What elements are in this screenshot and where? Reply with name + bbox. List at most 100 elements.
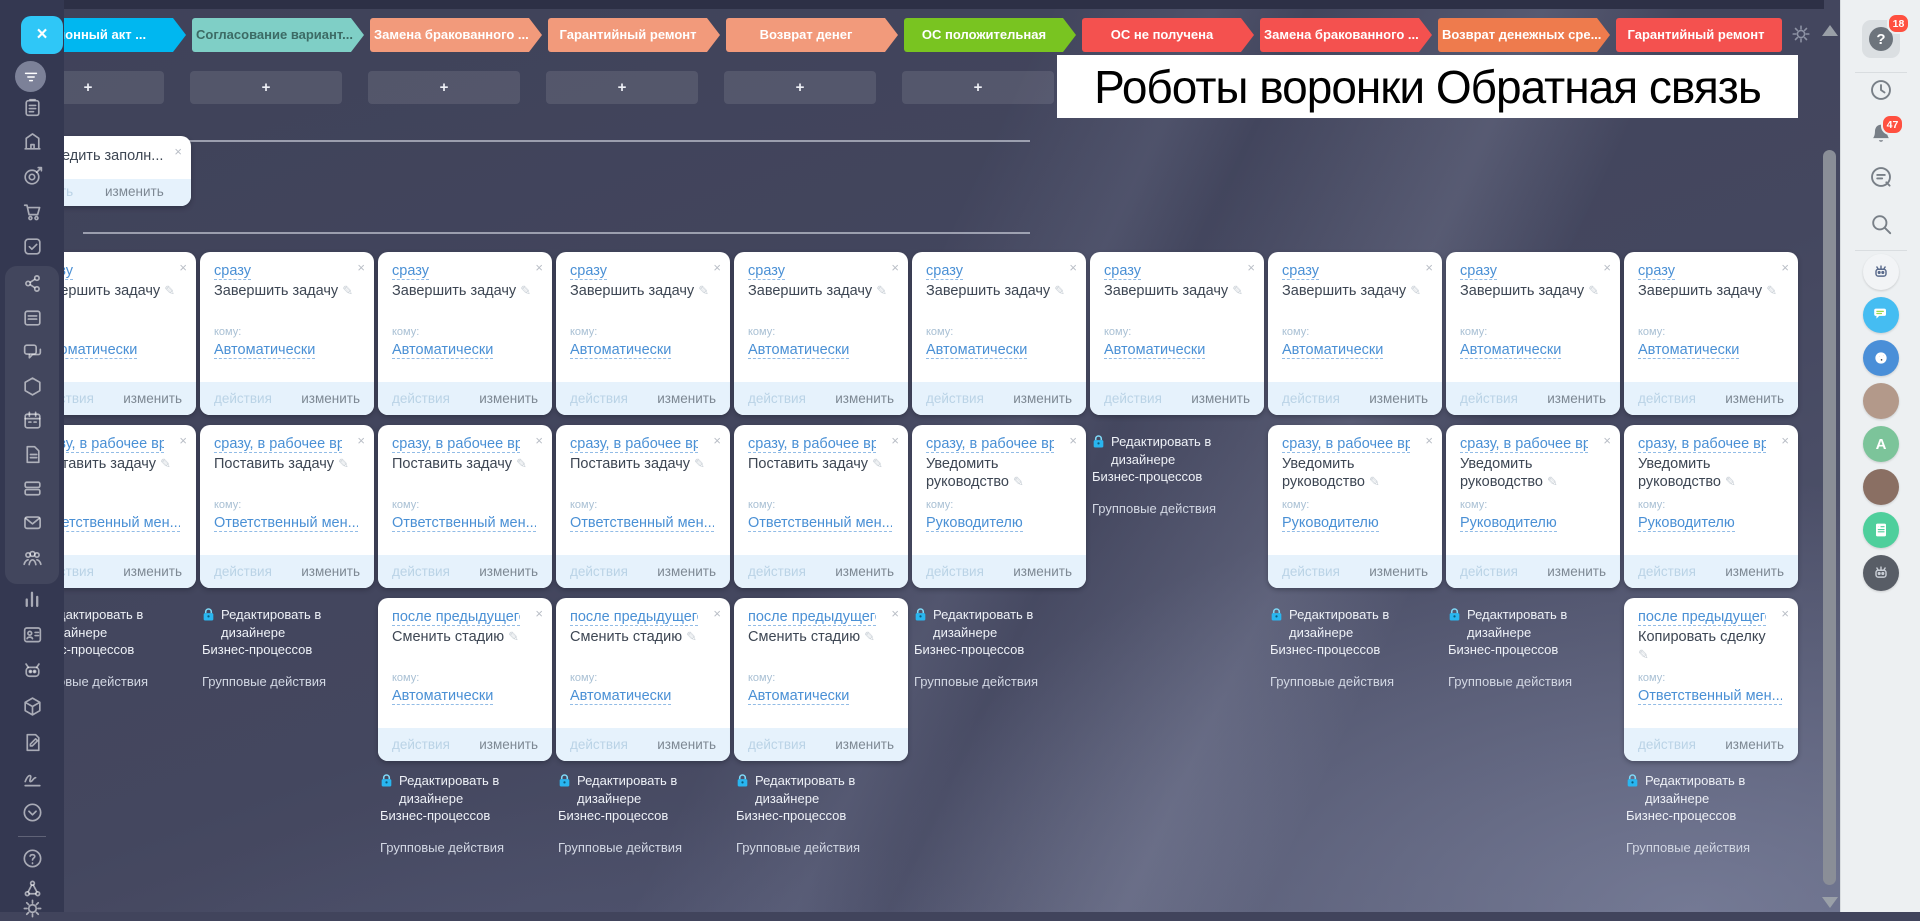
robot-target-link[interactable]: Ответственный мен... <box>1638 688 1782 705</box>
sidebar-item-feed-icon[interactable] <box>19 304 45 330</box>
close-icon[interactable]: × <box>535 261 543 274</box>
actions-link[interactable]: действия <box>926 564 984 579</box>
robot-when-link[interactable]: сразу, в рабочее время <box>1638 436 1766 453</box>
edit-link[interactable]: изменить <box>835 391 894 406</box>
robot-target-link[interactable]: Автоматически <box>1460 342 1562 359</box>
edit-link[interactable]: изменить <box>1013 391 1072 406</box>
edit-link[interactable]: изменить <box>479 391 538 406</box>
add-robot-button[interactable]: + <box>724 71 876 104</box>
edit-link[interactable]: изменить <box>479 564 538 579</box>
robot-target-link[interactable]: Руководителю <box>926 515 1023 532</box>
close-icon[interactable]: × <box>713 261 721 274</box>
robot-target-link[interactable]: Автоматически <box>1638 342 1740 359</box>
edit-pencil-icon[interactable]: ✎ <box>1410 283 1421 298</box>
sidebar-item-checkbox-icon[interactable] <box>19 233 45 259</box>
actions-link[interactable]: действия <box>214 391 272 406</box>
close-icon[interactable]: × <box>713 607 721 620</box>
robot-when-link[interactable]: сразу, в рабочее время <box>926 436 1054 453</box>
robot-when-link[interactable]: сразу, в рабочее время <box>748 436 876 453</box>
bot-avatar[interactable] <box>1863 254 1899 290</box>
sidebar-item-help-icon[interactable] <box>19 845 45 871</box>
rail-history-icon[interactable] <box>1868 77 1894 103</box>
dog-bot-avatar[interactable] <box>1863 340 1899 376</box>
robot-when-link[interactable]: сразу <box>570 263 607 280</box>
close-icon[interactable]: × <box>1781 261 1789 274</box>
edit-link[interactable]: изменить <box>1547 391 1606 406</box>
robot-target-link[interactable]: Автоматически <box>748 688 850 705</box>
edit-pencil-icon[interactable]: ✎ <box>686 629 697 644</box>
actions-link[interactable]: действия <box>214 564 272 579</box>
edit-link[interactable]: изменить <box>1369 564 1428 579</box>
robot-target-link[interactable]: Автоматически <box>570 342 672 359</box>
edit-pencil-icon[interactable]: ✎ <box>1766 283 1777 298</box>
close-icon[interactable]: × <box>1781 607 1789 620</box>
robot-target-link[interactable]: Ответственный мен... <box>570 515 714 532</box>
robot-target-link[interactable]: Автоматически <box>1282 342 1384 359</box>
edit-link[interactable]: изменить <box>1725 391 1784 406</box>
actions-link[interactable]: действия <box>570 391 628 406</box>
close-icon[interactable]: × <box>1781 434 1789 447</box>
close-icon[interactable]: × <box>1603 434 1611 447</box>
edit-link[interactable]: изменить <box>1013 564 1072 579</box>
robot-dark-avatar[interactable] <box>1863 555 1899 591</box>
add-robot-button[interactable]: + <box>368 71 520 104</box>
stage-chip[interactable]: Гарантийный ремонт <box>1616 18 1782 52</box>
actions-link[interactable]: действия <box>392 564 450 579</box>
rail-dialog-icon[interactable] <box>1868 164 1894 190</box>
rail-search-icon[interactable] <box>1868 211 1894 237</box>
edit-pencil-icon[interactable]: ✎ <box>1232 283 1243 298</box>
scrollbar-thumb[interactable] <box>1823 150 1836 885</box>
actions-link[interactable]: действия <box>748 391 806 406</box>
close-icon[interactable]: × <box>179 434 187 447</box>
sidebar-item-calendar-icon[interactable] <box>19 407 45 433</box>
edit-link[interactable]: изменить <box>835 737 894 752</box>
robot-when-link[interactable]: сразу, в рабочее время <box>214 436 342 453</box>
robot-target-link[interactable]: Руководителю <box>1282 515 1379 532</box>
robot-when-link[interactable]: сразу <box>392 263 429 280</box>
robot-when-link[interactable]: сразу <box>214 263 251 280</box>
robot-when-link[interactable]: сразу, в рабочее время <box>1282 436 1410 453</box>
robot-target-link[interactable]: Ответственный мен... <box>214 515 358 532</box>
robot-target-link[interactable]: Автоматически <box>926 342 1028 359</box>
edit-link[interactable]: изменить <box>123 391 182 406</box>
robot-target-link[interactable]: Ответственный мен... <box>748 515 892 532</box>
add-robot-button[interactable]: + <box>546 71 698 104</box>
actions-link[interactable]: действия <box>748 737 806 752</box>
edit-pencil-icon[interactable]: ✎ <box>864 629 875 644</box>
robot-when-link[interactable]: сразу <box>1282 263 1319 280</box>
sidebar-item-drive-icon[interactable] <box>19 475 45 501</box>
close-icon[interactable]: × <box>1069 261 1077 274</box>
sidebar-item-analytics-icon[interactable] <box>19 585 45 611</box>
filter-button[interactable] <box>15 61 46 92</box>
edit-link[interactable]: изменить <box>1369 391 1428 406</box>
close-icon[interactable]: × <box>179 261 187 274</box>
sidebar-item-docs-edit-icon[interactable] <box>19 729 45 755</box>
edit-link[interactable]: изменить <box>657 737 716 752</box>
scroll-up-arrow[interactable] <box>1822 25 1838 36</box>
close-icon[interactable]: × <box>357 434 365 447</box>
rail-bell-icon[interactable]: 47 <box>1868 114 1904 147</box>
close-icon[interactable]: × <box>713 434 721 447</box>
close-icon[interactable]: × <box>891 261 899 274</box>
scroll-down-arrow[interactable] <box>1822 897 1838 908</box>
sidebar-item-contacts-icon[interactable] <box>19 621 45 647</box>
sidebar-item-settings-gear-icon[interactable] <box>19 895 45 921</box>
close-icon[interactable]: × <box>1603 261 1611 274</box>
add-robot-button[interactable]: + <box>902 71 1054 104</box>
edit-pencil-icon[interactable]: ✎ <box>160 456 171 471</box>
close-icon[interactable]: × <box>174 144 182 159</box>
edit-pencil-icon[interactable]: ✎ <box>872 456 883 471</box>
edit-link[interactable]: изменить <box>479 737 538 752</box>
actions-link[interactable]: действия <box>1282 391 1340 406</box>
edit-pencil-icon[interactable]: ✎ <box>1547 474 1558 489</box>
actions-link[interactable]: действия <box>1104 391 1162 406</box>
edit-link[interactable]: изменить <box>301 564 360 579</box>
user-avatar-letter[interactable]: A <box>1863 426 1899 462</box>
sidebar-item-crm-target-icon[interactable] <box>19 163 45 189</box>
stage-chip[interactable]: Согласование вариант... <box>192 18 364 52</box>
stage-chip[interactable]: Возврат денег <box>726 18 898 52</box>
edit-pencil-icon[interactable]: ✎ <box>694 456 705 471</box>
robot-target-link[interactable]: Руководителю <box>1460 515 1557 532</box>
stage-chip[interactable]: Гарантийный ремонт <box>548 18 720 52</box>
sidebar-item-company-icon[interactable] <box>19 128 45 154</box>
